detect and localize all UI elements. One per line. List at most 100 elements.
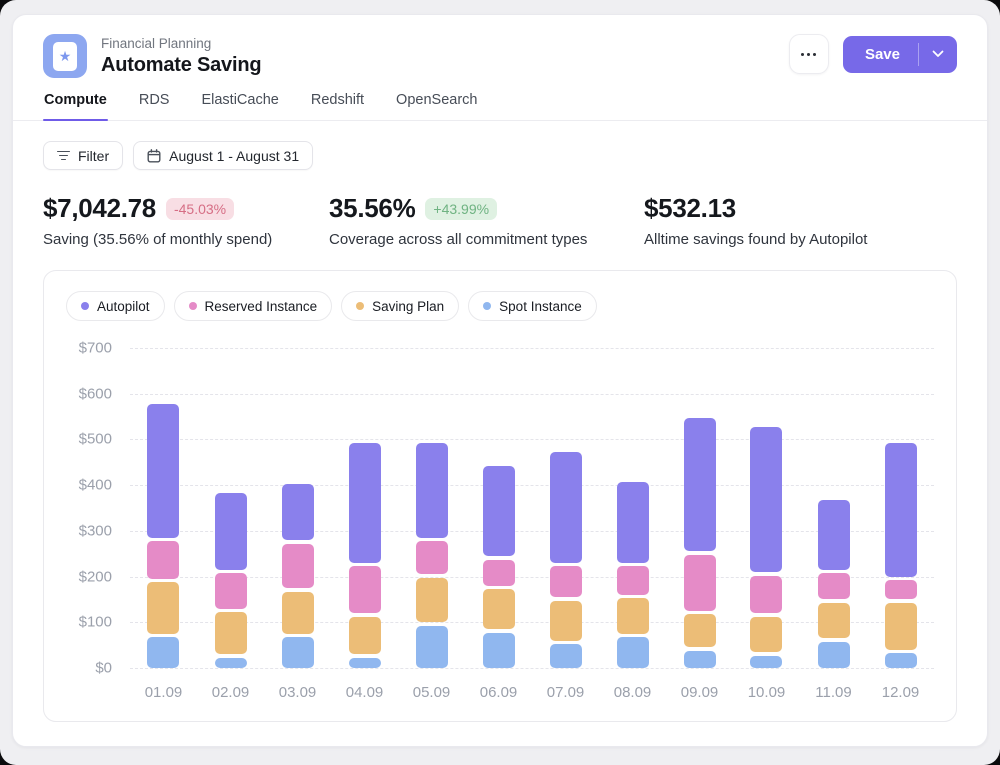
stat-label: Alltime savings found by Autopilot (644, 231, 867, 248)
stat-value: $532.13 (644, 193, 736, 224)
filter-button[interactable]: Filter (43, 141, 123, 170)
save-button[interactable]: Save (843, 36, 918, 73)
tab-compute[interactable]: Compute (43, 92, 108, 120)
calendar-icon (147, 149, 161, 163)
bar-segment-reserved-instance (550, 566, 582, 597)
y-axis-tick: $400 (79, 477, 112, 494)
bar-segment-saving-plan (215, 612, 247, 654)
bar-segment-autopilot (147, 404, 179, 538)
bar-segment-saving-plan (750, 617, 782, 652)
bar-segment-saving-plan (483, 589, 515, 629)
date-range-label: August 1 - August 31 (169, 148, 299, 164)
bar-segment-spot-instance (483, 633, 515, 668)
bar-segment-reserved-instance (349, 566, 381, 613)
bar-segment-autopilot (750, 427, 782, 572)
bar-segment-autopilot (282, 484, 314, 540)
stat-value: 35.56% (329, 193, 415, 224)
bar-segment-reserved-instance (416, 541, 448, 574)
bar-segment-autopilot (885, 443, 917, 577)
bar-segment-spot-instance (147, 637, 179, 668)
bar-segment-autopilot (617, 482, 649, 563)
stat-value: $7,042.78 (43, 193, 156, 224)
bar-segment-saving-plan (818, 603, 850, 638)
filter-icon (57, 151, 70, 161)
chart-card: Autopilot Reserved Instance Saving Plan … (43, 270, 957, 722)
y-axis-tick: $200 (79, 568, 112, 585)
x-axis-label: 03.09 (279, 684, 317, 701)
gridline (130, 577, 934, 578)
page-title: Automate Saving (101, 54, 261, 77)
legend-item-spot-instance[interactable]: Spot Instance (468, 291, 597, 321)
bar-segment-saving-plan (282, 592, 314, 634)
gridline (130, 668, 934, 669)
bar-segment-spot-instance (885, 653, 917, 668)
stat-badge-negative: -45.03% (166, 198, 234, 220)
bar-segment-reserved-instance (215, 573, 247, 608)
bar-segment-autopilot (818, 500, 850, 570)
save-split-button: Save (843, 36, 957, 73)
y-axis-tick: $700 (79, 340, 112, 357)
bar-segment-reserved-instance (750, 576, 782, 614)
y-axis-tick: $600 (79, 385, 112, 402)
tab-redshift[interactable]: Redshift (310, 92, 365, 120)
filter-label: Filter (78, 148, 109, 164)
app-icon: ★ (43, 34, 87, 78)
main-card: ★ Financial Planning Automate Saving Sav… (12, 14, 988, 747)
bar-segment-autopilot (550, 452, 582, 563)
x-axis-label: 11.09 (815, 684, 851, 701)
bar-segment-reserved-instance (818, 573, 850, 599)
legend-dot (483, 302, 491, 310)
bar-segment-spot-instance (617, 637, 649, 668)
x-axis-label: 07.09 (547, 684, 585, 701)
bar-segment-spot-instance (818, 642, 850, 668)
x-axis-label: 05.09 (413, 684, 451, 701)
legend-label: Saving Plan (372, 299, 444, 314)
legend-dot (189, 302, 197, 310)
stat-label: Saving (35.56% of monthly spend) (43, 231, 329, 248)
content: Filter August 1 - August 31 $7,042.78 -4… (13, 121, 987, 746)
tab-rds[interactable]: RDS (138, 92, 171, 120)
x-axis-label: 01.09 (145, 684, 183, 701)
stat-label: Coverage across all commitment types (329, 231, 644, 248)
gridline (130, 622, 934, 623)
bar-segment-spot-instance (550, 644, 582, 668)
legend-item-autopilot[interactable]: Autopilot (66, 291, 165, 321)
gridline (130, 394, 934, 395)
app-window: ★ Financial Planning Automate Saving Sav… (0, 0, 1000, 765)
stat-coverage: 35.56% +43.99% Coverage across all commi… (329, 193, 644, 248)
gridline (130, 485, 934, 486)
legend-dot (356, 302, 364, 310)
ellipsis-icon (801, 53, 804, 56)
tab-bar: Compute RDS ElastiCache Redshift OpenSea… (13, 78, 987, 121)
legend-item-saving-plan[interactable]: Saving Plan (341, 291, 459, 321)
bar-segment-autopilot (215, 493, 247, 570)
legend-item-reserved-instance[interactable]: Reserved Instance (174, 291, 333, 321)
bar-segment-reserved-instance (617, 566, 649, 595)
bar-segment-saving-plan (684, 614, 716, 647)
gridline (130, 348, 934, 349)
save-dropdown-button[interactable] (919, 36, 957, 73)
y-axis-tick: $500 (79, 431, 112, 448)
legend-label: Autopilot (97, 299, 150, 314)
x-axis-label: 12.09 (882, 684, 920, 701)
tab-elasticache[interactable]: ElastiCache (200, 92, 279, 120)
bar-segment-reserved-instance (483, 560, 515, 586)
legend-dot (81, 302, 89, 310)
chart-legend: Autopilot Reserved Instance Saving Plan … (66, 291, 934, 321)
bar-segment-spot-instance (215, 658, 247, 668)
tab-opensearch[interactable]: OpenSearch (395, 92, 478, 120)
bar-segment-autopilot (483, 466, 515, 556)
x-axis-label: 08.09 (614, 684, 652, 701)
date-range-button[interactable]: August 1 - August 31 (133, 141, 313, 170)
bar-segment-saving-plan (349, 617, 381, 655)
stacked-bar-chart: $700$600$500$400$300$200$100$0 01.0902.0… (66, 348, 934, 668)
header: ★ Financial Planning Automate Saving Sav… (13, 15, 987, 78)
more-button[interactable] (789, 34, 829, 74)
bar-segment-saving-plan (416, 578, 448, 623)
x-axis-label: 06.09 (480, 684, 518, 701)
breadcrumb: Financial Planning (101, 36, 261, 51)
bar-segment-reserved-instance (282, 544, 314, 589)
y-axis-tick: $0 (95, 660, 112, 677)
bar-segment-spot-instance (349, 658, 381, 668)
stat-badge-positive: +43.99% (425, 198, 497, 220)
